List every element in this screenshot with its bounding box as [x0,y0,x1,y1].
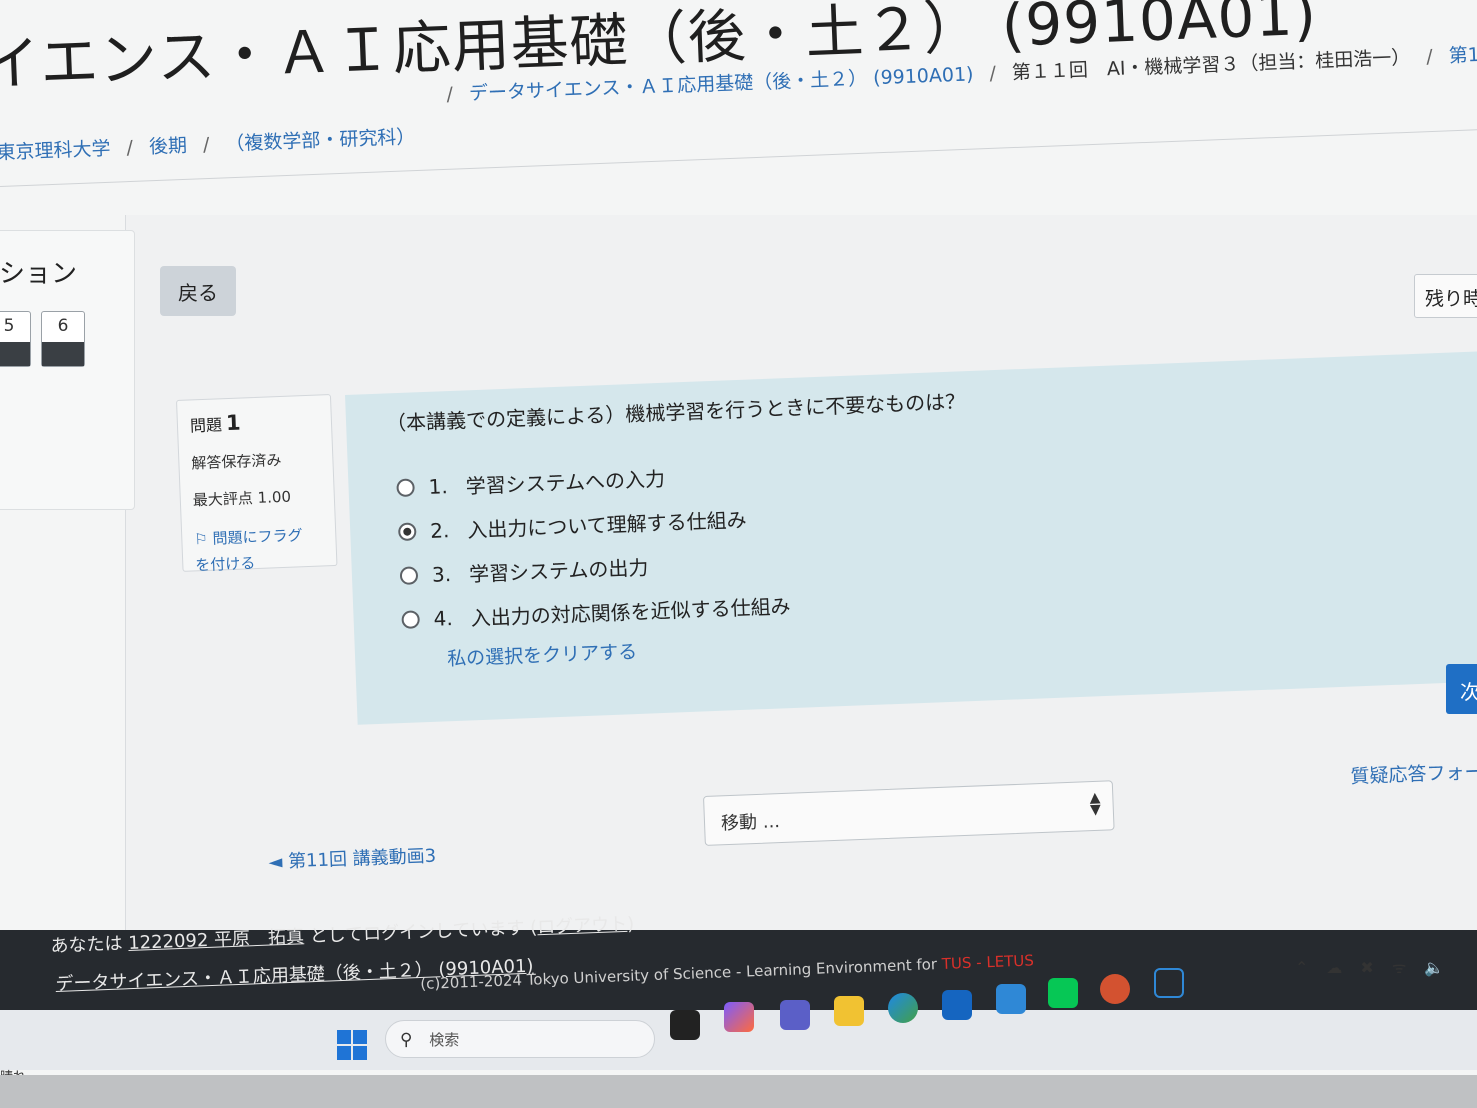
question-number: 1 [225,410,242,436]
letus-brand: TUS - LETUS [941,951,1035,973]
quiz-navigation-title: ション [0,259,78,289]
radio-button-selected[interactable] [397,521,417,541]
system-tray[interactable]: ⌃☁✖ᯤ🔈 [1295,956,1462,978]
breadcrumb-separator: / [446,83,454,106]
breadcrumb-university[interactable]: 東京理科大学 [0,138,111,164]
search-icon: ⚲ [400,1030,413,1050]
quiz-nav-question-5[interactable]: 5 [0,311,31,367]
browser-screen: イエンス・ＡＩ応用基礎（後・土２） (9910A01) / データサイエンス・Ａ… [0,0,1477,1108]
answer-option-3[interactable]: 3. 学習システムの出力 [399,551,649,590]
radio-button[interactable] [401,609,420,629]
outlook-icon[interactable] [942,990,972,1020]
line-icon[interactable] [1048,978,1078,1008]
flag-icon: ⚐ [194,529,209,549]
quiz-navigation: ション 5 6 [0,230,135,510]
flag-question-link[interactable]: ⚐ 問題にフラグ を付ける [194,521,325,578]
laptop-bezel [0,1075,1477,1108]
question-status: 解答保存済み [191,451,282,473]
forum-link[interactable]: 質疑応答フォー [1350,757,1477,789]
select-arrows-icon: ▲ ▼ [1089,789,1102,819]
notepad-icon[interactable] [996,984,1026,1014]
question-panel: （本講義での定義による）機械学習を行うときに不要なものは？ 1. 学習システムへ… [345,348,1477,725]
task-view-icon[interactable] [670,1010,700,1040]
breadcrumb-separator: / [202,133,210,157]
question-label: 問題 [189,415,223,436]
copilot-icon[interactable] [724,1002,754,1032]
file-explorer-icon[interactable] [834,996,864,1026]
teams-icon[interactable] [780,1000,810,1030]
snipping-tool-icon[interactable] [1154,968,1184,998]
breadcrumb-separator: / [1425,45,1434,68]
question-text: （本講義での定義による）機械学習を行うときに不要なものは？ [385,389,966,436]
question-info: 問題 1 解答保存済み 最大評点 1.00 ⚐ 問題にフラグ を付ける [176,394,338,574]
windows-icon[interactable] [337,1030,367,1060]
edge-icon[interactable] [888,993,918,1023]
taskbar-search[interactable]: ⚲ 検索 [385,1020,655,1058]
breadcrumb-separator: / [989,62,997,85]
breadcrumb-faculty[interactable]: （複数学部・研究科） [225,126,416,155]
radio-button[interactable] [396,477,415,497]
breadcrumb-next[interactable]: 第11 [1448,43,1477,67]
breadcrumb-term[interactable]: 後期 [149,135,188,158]
answer-option-2[interactable]: 2. 入出力について理解する仕組み [397,504,747,546]
next-page-button[interactable]: 次 [1446,664,1477,714]
question-max-score: 最大評点 1.00 [192,487,292,510]
breadcrumb-separator: / [126,136,134,159]
breadcrumb: / データサイエンス・ＡＩ応用基礎（後・土２） (9910A01) / 第１１回… [0,43,1477,176]
logout-link[interactable]: ログアウト [537,914,628,938]
answer-option-1[interactable]: 1. 学習システムへの入力 [396,463,665,502]
radio-button[interactable] [399,565,419,585]
back-button[interactable]: 戻る [160,266,236,316]
powerpoint-icon[interactable] [1100,974,1130,1004]
clear-choice-link[interactable]: 私の選択をクリアする [447,637,638,671]
quiz-nav-question-6[interactable]: 6 [41,311,85,367]
time-remaining: 残り時 [1414,274,1477,318]
answer-option-4[interactable]: 4. 入出力の対応関係を近似する仕組み [401,590,791,634]
